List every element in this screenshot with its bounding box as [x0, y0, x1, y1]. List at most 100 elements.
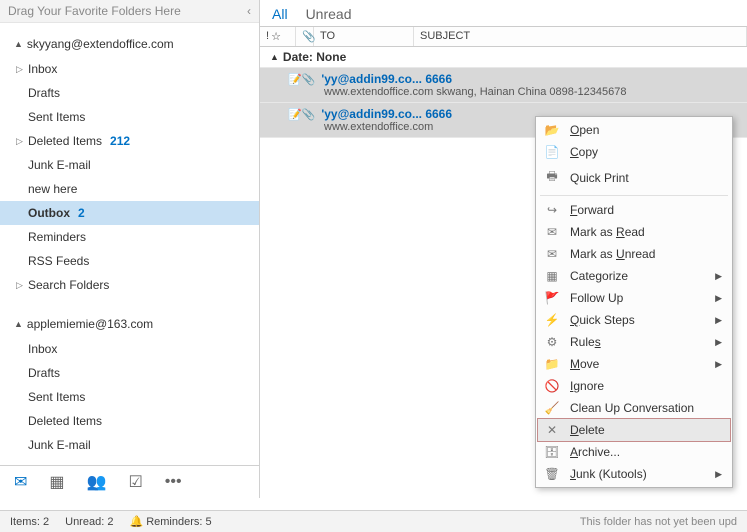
menu-quick-print[interactable]: 🖶 Quick Print [538, 163, 730, 192]
menu-label: Categorize [570, 269, 628, 283]
folder-label: Outbox [28, 206, 70, 220]
folder-label: Inbox [28, 342, 57, 356]
expand-icon: ▷ [16, 64, 26, 75]
account-email: applemiemie@163.com [27, 317, 153, 331]
menu-delete[interactable]: ✕ Delete [537, 418, 731, 442]
column-headers[interactable]: !☆ 📎 TO SUBJECT [260, 26, 747, 47]
col-importance[interactable]: !☆ [260, 27, 296, 46]
folder-label: Search Folders [28, 278, 109, 292]
copy-icon: 📄 [544, 145, 560, 159]
menu-quick-steps[interactable]: ⚡Quick Steps▶ [538, 309, 730, 331]
menu-mark-as-unread[interactable]: ✉ Mark as Unread [538, 243, 730, 265]
folder-item[interactable]: Sent Items [0, 385, 259, 409]
menu-label: Move [570, 357, 599, 371]
menu-label: Delete [570, 423, 605, 437]
folder-label: Deleted Items [28, 134, 102, 148]
menu-rules[interactable]: ⚙Rules▶ [538, 331, 730, 353]
quick-icon: ⚡ [544, 313, 560, 327]
mail-icon[interactable]: ✉ [14, 472, 27, 492]
folder-label: Sent Items [28, 110, 85, 124]
folder-item[interactable]: Inbox [0, 337, 259, 361]
tab-unread[interactable]: Unread [306, 6, 352, 22]
menu-mark-as-read[interactable]: ✉ Mark as Read [538, 221, 730, 243]
folder-item[interactable]: Sent Items [0, 105, 259, 129]
more-icon[interactable]: ••• [165, 473, 182, 491]
menu-label: Quick Print [570, 171, 629, 185]
status-sync: This folder has not yet been upd [580, 516, 737, 528]
account-header[interactable]: ▲skyyang@extendoffice.com [0, 31, 259, 57]
submenu-arrow-icon: ▶ [715, 337, 722, 348]
delete-icon: ✕ [544, 423, 560, 437]
submenu-arrow-icon: ▶ [715, 469, 722, 480]
tasks-icon[interactable]: ☑ [128, 472, 142, 492]
menu-clean-up-conversation[interactable]: 🧹Clean Up Conversation [538, 397, 730, 419]
menu-open[interactable]: 📂 Open [538, 119, 730, 141]
folder-item[interactable]: Reminders [0, 225, 259, 249]
menu-copy[interactable]: 📄 Copy [538, 141, 730, 163]
menu-archive-[interactable]: 🗄Archive... [538, 441, 730, 463]
collapse-icon: ▲ [14, 319, 23, 329]
expand-icon: ▷ [16, 280, 26, 291]
folder-item[interactable]: ▷Deleted Items212 [0, 129, 259, 153]
folder-item[interactable]: Drafts [0, 81, 259, 105]
cleanup-icon: 🧹 [544, 401, 560, 415]
open-icon: 📂 [544, 123, 560, 137]
filter-tabs: All Unread [260, 0, 747, 26]
folder-item[interactable]: ▷Search Folders [0, 273, 259, 297]
chevron-left-icon: ‹ [247, 4, 251, 18]
menu-follow-up[interactable]: 🚩Follow Up▶ [538, 287, 730, 309]
print-icon: 🖶 [544, 167, 560, 188]
status-unread: Unread: 2 [65, 516, 113, 528]
read-icon: ✉ [544, 225, 560, 239]
menu-forward[interactable]: ↪Forward [538, 199, 730, 221]
move-icon: 📁 [544, 357, 560, 371]
folder-label: Reminders [28, 230, 86, 244]
folder-item[interactable]: Junk E-mail [0, 433, 259, 457]
tab-all[interactable]: All [272, 6, 288, 22]
favorites-header[interactable]: Drag Your Favorite Folders Here ‹ [0, 0, 259, 23]
menu-label: Open [570, 123, 599, 137]
message-item[interactable]: 📝📎'yy@addin99.co... 6666www.extendoffice… [260, 68, 747, 103]
folder-label: RSS Feeds [28, 254, 89, 268]
people-icon[interactable]: 👥 [87, 472, 107, 492]
context-menu: 📂 Open 📄 Copy 🖶 Quick Print ↪Forward ✉ Mark as R… [535, 116, 733, 488]
folder-label: Drafts [28, 86, 60, 100]
calendar-icon[interactable]: ▦ [49, 472, 64, 492]
account-email: skyyang@extendoffice.com [27, 37, 174, 51]
junk-icon: 🗑 [544, 467, 560, 481]
message-from: 'yy@addin99.co... 6666 [321, 72, 452, 86]
folder-item[interactable]: Junk E-mail [0, 153, 259, 177]
message-icons: 📝📎 [288, 108, 315, 121]
archive-icon: 🗄 [544, 445, 560, 459]
message-from: 'yy@addin99.co... 6666 [321, 107, 452, 121]
folder-count: 2 [78, 206, 85, 220]
menu-label: Copy [570, 145, 598, 159]
menu-label: Mark as Read [570, 225, 645, 239]
folder-label: Drafts [28, 366, 60, 380]
account-header[interactable]: ▲ applemiemie@163.com [0, 311, 259, 337]
folder-item[interactable]: RSS Feeds [0, 249, 259, 273]
menu-move[interactable]: 📁 Move ▶ [538, 353, 730, 375]
submenu-arrow-icon: ▶ [715, 359, 722, 370]
group-header[interactable]: ▲ Date: None [260, 47, 747, 68]
menu-ignore[interactable]: 🚫Ignore [538, 375, 730, 397]
unread-icon: ✉ [544, 247, 560, 261]
submenu-arrow-icon: ▶ [715, 271, 722, 282]
status-reminders: 🔔 Reminders: 5 [129, 515, 211, 528]
menu-junk-kutools-[interactable]: 🗑Junk (Kutools)▶ [538, 463, 730, 485]
folder-item[interactable]: ▷Inbox [0, 57, 259, 81]
menu-label: Forward [570, 203, 614, 217]
col-subject[interactable]: SUBJECT [414, 27, 747, 46]
folder-item[interactable]: Outbox 2 [0, 201, 259, 225]
collapse-icon: ▲ [270, 52, 279, 62]
menu-categorize[interactable]: ▦Categorize▶ [538, 265, 730, 287]
col-to[interactable]: TO [314, 27, 414, 46]
col-attachment[interactable]: 📎 [296, 27, 314, 46]
folder-item[interactable]: Deleted Items [0, 409, 259, 433]
menu-label: Ignore [570, 379, 604, 393]
menu-label: Mark as Unread [570, 247, 655, 261]
status-bar: Items: 2 Unread: 2 🔔 Reminders: 5 This f… [0, 510, 747, 532]
folder-label: Junk E-mail [28, 158, 91, 172]
folder-item[interactable]: Drafts [0, 361, 259, 385]
folder-item[interactable]: new here [0, 177, 259, 201]
